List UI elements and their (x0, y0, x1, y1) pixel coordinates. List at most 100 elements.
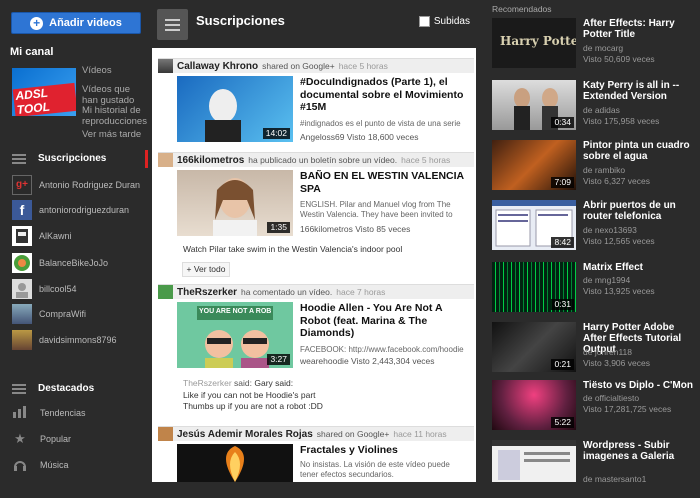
video-title[interactable]: Hoodie Allen - You Are Not A Robot (feat… (300, 302, 470, 340)
feed-user[interactable]: Jesús Ademir Morales Rojas (177, 429, 313, 440)
list-icon (12, 384, 26, 394)
feed-user[interactable]: Callaway Khrono (177, 61, 258, 72)
recommended-sidebar: Recomendados Harry Potter After Effects:… (484, 0, 700, 484)
comment-user[interactable]: TheRszerker (183, 378, 232, 388)
video-title[interactable]: Katy Perry is all in -- Extended Version (583, 80, 699, 102)
plus-icon: + (30, 16, 44, 30)
subscription-item[interactable]: g+ Antonio Rodriguez Duran (12, 174, 148, 196)
avatar (12, 304, 32, 324)
avatar[interactable] (158, 285, 173, 299)
video-views: Visto 50,609 veces (583, 54, 655, 64)
subscriptions-label: Suscripciones (38, 153, 107, 164)
channel-link-liked[interactable]: Vídeos que han gustado (82, 84, 142, 106)
subscription-item[interactable]: davidsimmons8796 (12, 329, 148, 351)
recommended-item[interactable]: Harry Potter After Effects: Harry Potter… (492, 18, 700, 76)
video-author[interactable]: de officialtiesto (583, 393, 639, 403)
video-thumbnail[interactable]: 7:09 (492, 140, 576, 190)
avatar (12, 226, 32, 246)
category-label: Tendencias (40, 408, 86, 418)
menu-button[interactable] (157, 9, 188, 40)
thumbnail-text: Harry Potter (500, 34, 576, 48)
avatar[interactable] (158, 427, 173, 441)
subscription-item[interactable]: BalanceBikeJoJo (12, 252, 148, 274)
video-title[interactable]: Wordpress - Subir imagenes a Galeria (583, 440, 699, 462)
video-author[interactable]: de mocarg (583, 43, 623, 53)
video-author[interactable]: de johren118 (583, 347, 632, 357)
video-title[interactable]: Abrir puertos de un router telefonica (583, 200, 699, 222)
feed-item: 166kilometros ha publicado un boletín so… (158, 152, 474, 277)
uploads-label: Subidas (433, 16, 470, 27)
feed-user[interactable]: 166kilometros (177, 155, 244, 166)
video-meta: Angeloss69 Visto 18,600 veces (300, 132, 419, 142)
channel-link-videos[interactable]: Vídeos (82, 65, 112, 76)
recommended-item[interactable]: 5:22 Tiësto vs Diplo - C'Mon de official… (492, 380, 700, 438)
recommended-item[interactable]: 0:21 Harry Potter Adobe After Effects Tu… (492, 322, 700, 380)
video-views: Visto 6,327 veces (583, 176, 650, 186)
recommended-item[interactable]: 7:09 Pintor pinta un cuadro sobre el agu… (492, 140, 700, 198)
thumbnail-text: YOU ARE NOT A ROBOT (199, 308, 271, 315)
video-views: Visto 17,281,725 veces (583, 404, 672, 414)
sidebar-item-featured[interactable]: Destacados (0, 380, 148, 398)
comment-line: Gary said: (254, 378, 294, 388)
channel-avatar[interactable]: ADSL TOOL (12, 68, 76, 116)
channel-logo-text: ADSL TOOL (12, 82, 76, 116)
video-thumbnail[interactable]: 1:35 (177, 170, 293, 236)
video-thumbnail[interactable]: 0:34 (492, 80, 576, 130)
video-thumbnail[interactable]: 14:02 (177, 76, 293, 142)
sidebar-item-popular[interactable]: ★ Popular (12, 430, 71, 448)
my-channel-title[interactable]: Mi canal (10, 46, 53, 58)
feed-user[interactable]: TheRszerker (177, 287, 237, 298)
sidebar-item-music[interactable]: Música (12, 456, 69, 474)
feed-action: ha comentado un vídeo. (241, 287, 333, 297)
video-thumbnail[interactable]: 0:21 (492, 322, 576, 372)
video-title[interactable]: Matrix Effect (583, 262, 699, 273)
channel-link-history[interactable]: Mi historial de reproducciones (82, 105, 147, 127)
video-thumbnail[interactable]: YOU ARE NOT A ROBOT 3:27 (177, 302, 293, 368)
headphones-icon (12, 458, 28, 472)
sidebar-item-trending[interactable]: Tendencias (12, 404, 86, 422)
video-thumbnail[interactable] (177, 444, 293, 482)
video-author[interactable]: de adidas (583, 105, 620, 115)
video-title[interactable]: #DocuIndignados (Parte 1), el documental… (300, 76, 470, 114)
recommended-item[interactable]: 8:42 Abrir puertos de un router telefoni… (492, 200, 700, 258)
video-thumbnail[interactable] (492, 440, 576, 482)
video-thumbnail[interactable]: 8:42 (492, 200, 576, 250)
video-author[interactable]: de mastersanto1 (583, 474, 646, 484)
video-title[interactable]: Pintor pinta un cuadro sobre el agua (583, 140, 699, 162)
subscription-item[interactable]: billcool54 (12, 278, 148, 300)
subscription-name: billcool54 (39, 284, 77, 294)
video-thumbnail[interactable]: 5:22 (492, 380, 576, 430)
uploads-filter[interactable]: Subidas (418, 16, 470, 27)
avatar[interactable] (158, 153, 173, 167)
recommended-label: Recomendados (492, 4, 552, 14)
see-all-button[interactable]: + Ver todo (182, 262, 230, 277)
video-title[interactable]: Fractales y Violines (300, 444, 470, 457)
recommended-item[interactable]: 0:31 Matrix Effect de mng1994 Visto 13,9… (492, 262, 700, 320)
video-title[interactable]: Tiësto vs Diplo - C'Mon (583, 380, 699, 391)
feed-action: shared on Google+ (262, 61, 335, 71)
comment-line: Like if you can not be Hoodie's part (183, 390, 316, 400)
video-author[interactable]: de rambiko (583, 165, 625, 175)
video-thumbnail[interactable]: Harry Potter (492, 18, 576, 68)
recommended-item[interactable]: 0:34 Katy Perry is all in -- Extended Ve… (492, 80, 700, 138)
feed-item-header: 166kilometros ha publicado un boletín so… (158, 152, 474, 167)
recommended-item[interactable]: Wordpress - Subir imagenes a Galeria de … (492, 440, 700, 498)
feed-item: Jesús Ademir Morales Rojas shared on Goo… (158, 426, 474, 482)
video-title[interactable]: After Effects: Harry Potter Title (583, 18, 699, 40)
video-author[interactable]: de mng1994 (583, 275, 630, 285)
video-author[interactable]: de nexo13693 (583, 225, 637, 235)
subscriptions-feed: Suscripciones Subidas Callaway Khrono sh… (152, 4, 476, 482)
video-duration: 0:21 (551, 359, 574, 370)
channel-link-watch-later[interactable]: Ver más tarde (82, 129, 141, 140)
video-title[interactable]: BAÑO EN EL WESTIN VALENCIA SPA (300, 170, 470, 195)
subscription-item[interactable]: AlKawni (12, 225, 148, 247)
video-views: Visto 175,958 veces (583, 116, 660, 126)
upload-button[interactable]: + Añadir videos (11, 12, 141, 34)
uploads-checkbox[interactable] (418, 16, 430, 27)
category-label: Música (40, 460, 69, 470)
avatar[interactable] (158, 59, 173, 73)
sidebar-item-subscriptions[interactable]: Suscripciones (0, 150, 148, 168)
video-thumbnail[interactable]: 0:31 (492, 262, 576, 312)
subscription-item[interactable]: CompraWifi (12, 303, 148, 325)
subscription-item[interactable]: f antoniorodriguezduran (12, 199, 148, 221)
